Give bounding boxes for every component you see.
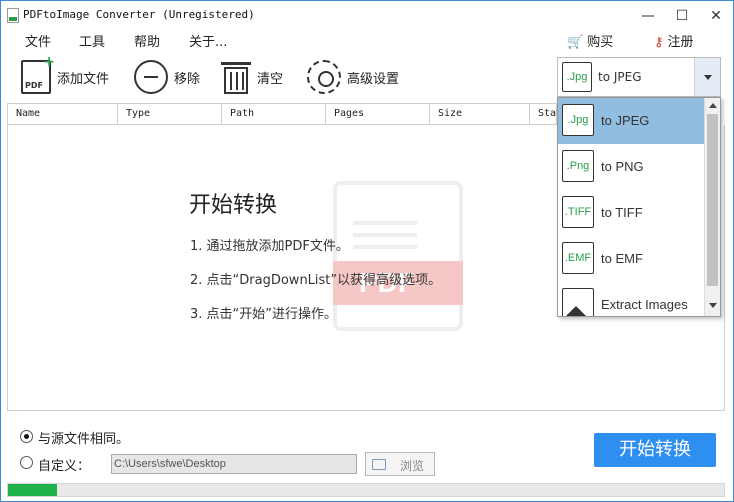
browse-label: 浏览	[400, 459, 425, 473]
format-selected-label: to JPEG	[598, 70, 642, 84]
custom-path-radio[interactable]	[20, 456, 33, 469]
close-button[interactable]: ✕	[699, 1, 733, 31]
empty-state-step-1: 1. 通过拖放添加PDF文件。	[190, 239, 349, 254]
menu-file[interactable]: 文件	[25, 31, 51, 50]
progress-fill	[8, 484, 57, 496]
register-label: 注册	[667, 35, 694, 50]
dropdown-scrollbar[interactable]	[704, 98, 720, 316]
gear-icon	[307, 60, 341, 94]
buy-link[interactable]: 🛒 购买	[567, 31, 613, 50]
key-icon: ⚷	[654, 35, 664, 50]
empty-state-step-2: 2. 点击“DragDownList”以获得高级选项。	[190, 273, 442, 288]
scrollbar-thumb[interactable]	[707, 114, 718, 286]
format-option-label: to JPEG	[601, 113, 650, 128]
column-pages[interactable]: Pages	[326, 104, 430, 124]
menu-bar: 文件 工具 帮助 关于... 🛒 购买 ⚷ 注册	[1, 31, 733, 51]
folder-icon	[372, 459, 386, 470]
column-name[interactable]: Name	[8, 104, 118, 124]
browse-button[interactable]: 浏览	[365, 452, 435, 476]
remove-label: 移除	[174, 71, 201, 87]
format-option-label: to EMF	[601, 251, 643, 266]
format-dropdown[interactable]: .Jpg to JPEG	[557, 57, 721, 97]
file-table-header: Name Type Path Pages Size Stat	[7, 103, 562, 125]
remove-button[interactable]: 移除	[134, 59, 200, 95]
cart-icon: 🛒	[567, 35, 584, 50]
same-as-source-radio[interactable]	[20, 430, 33, 443]
clear-button[interactable]: 清空	[221, 59, 283, 95]
png-format-icon: .Png	[562, 150, 594, 182]
advanced-settings-label: 高级设置	[347, 71, 400, 87]
format-option-label: to PNG	[601, 159, 644, 174]
menu-tools[interactable]: 工具	[79, 31, 105, 50]
progress-bar	[7, 483, 725, 497]
app-icon	[7, 8, 19, 23]
chevron-down-icon[interactable]	[694, 58, 720, 96]
custom-path-label: 自定义：	[38, 459, 91, 474]
format-option-png[interactable]: .Png to PNG	[558, 144, 704, 190]
register-link[interactable]: ⚷ 注册	[654, 31, 694, 50]
add-file-button[interactable]: 添加文件	[21, 54, 110, 95]
maximize-button[interactable]: ☐	[665, 1, 699, 31]
empty-state-title: 开始转换	[189, 193, 278, 218]
menu-help[interactable]: 帮助	[134, 31, 160, 50]
tiff-format-icon: .TIFF	[562, 196, 594, 228]
image-icon	[562, 288, 594, 316]
format-option-extract-images[interactable]: Extract Images	[558, 282, 704, 316]
add-pdf-icon	[21, 54, 55, 94]
remove-icon	[134, 60, 168, 94]
format-dropdown-list: .Jpg to JPEG .Png to PNG .TIFF to TIFF .…	[557, 97, 721, 317]
format-option-tiff[interactable]: .TIFF to TIFF	[558, 190, 704, 236]
scroll-down-icon[interactable]	[709, 303, 717, 308]
jpg-format-icon: .Jpg	[562, 104, 594, 136]
same-as-source-label: 与源文件相同。	[38, 432, 130, 447]
jpg-format-icon: .Jpg	[562, 62, 592, 92]
add-file-label: 添加文件	[57, 71, 110, 87]
app-window: PDFtoImage Converter (Unregistered) — ☐ …	[0, 0, 734, 502]
emf-format-icon: .EMF	[562, 242, 594, 274]
title-bar: PDFtoImage Converter (Unregistered) — ☐ …	[1, 1, 733, 31]
format-option-label: to TIFF	[601, 205, 643, 220]
column-status[interactable]: Stat	[530, 104, 562, 124]
menu-about[interactable]: 关于...	[189, 31, 227, 50]
format-option-jpeg[interactable]: .Jpg to JPEG	[558, 98, 704, 144]
minimize-button[interactable]: —	[631, 1, 665, 31]
scroll-up-icon[interactable]	[709, 103, 717, 108]
empty-state-step-3: 3. 点击“开始”进行操作。	[190, 307, 338, 322]
format-option-emf[interactable]: .EMF to EMF	[558, 236, 704, 282]
column-size[interactable]: Size	[430, 104, 530, 124]
pdf-watermark-icon: PDF	[333, 181, 463, 331]
trash-icon	[221, 60, 251, 94]
window-title: PDFtoImage Converter (Unregistered)	[23, 8, 255, 21]
start-convert-button[interactable]: 开始转换	[594, 433, 716, 467]
column-path[interactable]: Path	[222, 104, 326, 124]
format-option-label: Extract Images	[601, 297, 688, 312]
clear-label: 清空	[257, 71, 284, 87]
buy-label: 购买	[587, 35, 614, 50]
output-path-input[interactable]: C:\Users\sfwe\Desktop	[111, 454, 357, 474]
advanced-settings-button[interactable]: 高级设置	[307, 59, 399, 95]
column-type[interactable]: Type	[118, 104, 222, 124]
